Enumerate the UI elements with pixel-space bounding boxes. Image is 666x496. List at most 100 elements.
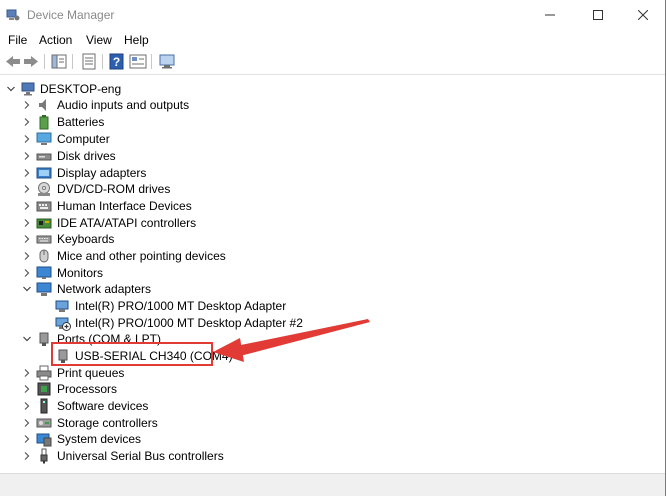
properties-icon[interactable] [80, 53, 98, 70]
chevron-right-icon[interactable] [22, 218, 32, 228]
tree-item-label: Display adapters [57, 166, 147, 180]
tree-item-label: System devices [57, 432, 142, 446]
forward-arrow-icon[interactable] [22, 53, 40, 70]
software-device-icon [40, 398, 48, 414]
chevron-right-icon[interactable] [22, 134, 32, 144]
tree-item-label: Mice and other pointing devices [57, 249, 226, 263]
chevron-right-icon[interactable] [22, 184, 32, 194]
dvd-drive-icon [38, 182, 50, 196]
tree-item-monitors[interactable]: Monitors [0, 265, 300, 281]
menu-view[interactable]: View [86, 33, 112, 47]
chevron-right-icon[interactable] [22, 384, 32, 394]
title-bar: Device Manager [0, 0, 665, 30]
processor-icon [37, 382, 51, 396]
maximize-button[interactable] [575, 0, 621, 30]
tree-item-ide-controllers[interactable]: IDE ATA/ATAPI controllers [0, 215, 300, 231]
show-hidden-icon[interactable] [129, 53, 147, 70]
help-icon[interactable]: ? [108, 53, 126, 70]
minimize-button[interactable] [527, 0, 573, 30]
tree-item-processors[interactable]: Processors [0, 381, 300, 397]
tree-item-label: Monitors [57, 266, 104, 280]
minimize-icon [545, 14, 555, 16]
svg-text:?: ? [113, 55, 120, 69]
disk-drive-icon [36, 153, 52, 161]
status-bar [0, 473, 665, 496]
network-adapter-icon [55, 300, 69, 312]
tree-item-audio[interactable]: Audio inputs and outputs [0, 97, 300, 113]
close-button[interactable] [620, 0, 666, 30]
tree-root-label: DESKTOP-eng [40, 82, 122, 96]
chevron-down-icon[interactable] [22, 284, 32, 294]
display-adapter-icon [36, 167, 52, 179]
battery-icon [39, 115, 49, 130]
tree-item-keyboards[interactable]: Keyboards [0, 231, 300, 247]
chevron-right-icon[interactable] [22, 251, 32, 261]
menu-file[interactable]: File [8, 33, 27, 47]
speaker-icon [39, 99, 46, 111]
tree-item-system-devices[interactable]: System devices [0, 431, 300, 447]
tree-root[interactable]: DESKTOP-eng [0, 81, 300, 97]
tree-item-label: Network adapters [57, 282, 152, 296]
device-tree: DESKTOP-eng Audio inputs and outputs Bat… [0, 75, 665, 473]
chevron-right-icon[interactable] [22, 268, 32, 278]
chevron-right-icon[interactable] [22, 234, 32, 244]
tree-child-label: Intel(R) PRO/1000 MT Desktop Adapter [75, 299, 287, 313]
toolbar-separator [151, 54, 152, 69]
tree-item-label: Disk drives [57, 149, 116, 163]
menu-action[interactable]: Action [39, 33, 72, 47]
chevron-down-icon[interactable] [6, 84, 16, 94]
ide-controller-icon [36, 218, 52, 229]
mouse-icon [39, 249, 49, 263]
tree-item-network-adapters[interactable]: Network adapters [0, 281, 300, 297]
tree-child-network-adapter-1[interactable]: Intel(R) PRO/1000 MT Desktop Adapter [0, 298, 320, 314]
chevron-right-icon[interactable] [22, 418, 32, 428]
tree-item-batteries[interactable]: Batteries [0, 114, 300, 130]
toolbar-separator [44, 54, 45, 69]
chevron-right-icon[interactable] [22, 434, 32, 444]
chevron-right-icon[interactable] [22, 168, 32, 178]
tree-item-label: Universal Serial Bus controllers [57, 449, 224, 463]
system-device-icon [36, 433, 52, 447]
tree-item-label: Batteries [57, 115, 105, 129]
chevron-right-icon[interactable] [22, 117, 32, 127]
chevron-right-icon[interactable] [22, 451, 32, 461]
menu-help[interactable]: Help [124, 33, 149, 47]
tree-item-label: Storage controllers [57, 416, 158, 430]
tree-item-computer[interactable]: Computer [0, 131, 300, 147]
hid-icon [36, 201, 52, 212]
disabled-network-adapter-icon [55, 317, 71, 331]
monitor-icon [36, 266, 52, 279]
tree-item-label: DVD/CD-ROM drives [57, 182, 171, 196]
network-icon [36, 282, 52, 296]
tree-item-print-queues[interactable]: Print queues [0, 365, 300, 381]
tree-item-storage-controllers[interactable]: Storage controllers [0, 415, 300, 431]
menu-bar: File Action View Help [0, 30, 665, 50]
chevron-right-icon[interactable] [22, 151, 32, 161]
back-arrow-icon[interactable] [4, 53, 22, 70]
scan-hardware-icon[interactable] [158, 53, 176, 70]
maximize-icon [593, 10, 603, 20]
chevron-right-icon[interactable] [22, 100, 32, 110]
tree-item-label: Computer [57, 132, 110, 146]
keyboard-icon [36, 235, 52, 244]
chevron-right-icon[interactable] [22, 201, 32, 211]
show-hide-tree-icon[interactable] [50, 53, 68, 70]
tree-item-software-devices[interactable]: Software devices [0, 398, 300, 414]
chevron-right-icon[interactable] [22, 368, 32, 378]
tree-item-hid[interactable]: Human Interface Devices [0, 198, 300, 214]
port-icon [39, 332, 49, 346]
tree-item-mice[interactable]: Mice and other pointing devices [0, 248, 300, 264]
device-manager-window: Device Manager File Action View Help ? D… [0, 0, 666, 496]
chevron-right-icon[interactable] [22, 401, 32, 411]
computer-icon [36, 132, 52, 145]
annotation-arrow-icon [213, 319, 370, 362]
tree-item-display-adapters[interactable]: Display adapters [0, 165, 300, 181]
close-icon [638, 10, 648, 20]
chevron-down-icon[interactable] [22, 334, 32, 344]
tree-item-dvd-drives[interactable]: DVD/CD-ROM drives [0, 181, 300, 197]
tree-item-usb-controllers[interactable]: Universal Serial Bus controllers [0, 448, 300, 464]
tree-item-disk-drives[interactable]: Disk drives [0, 148, 300, 164]
tree-item-label: Human Interface Devices [57, 199, 192, 213]
toolbar-separator [102, 54, 103, 69]
tree-item-label: Processors [57, 382, 118, 396]
